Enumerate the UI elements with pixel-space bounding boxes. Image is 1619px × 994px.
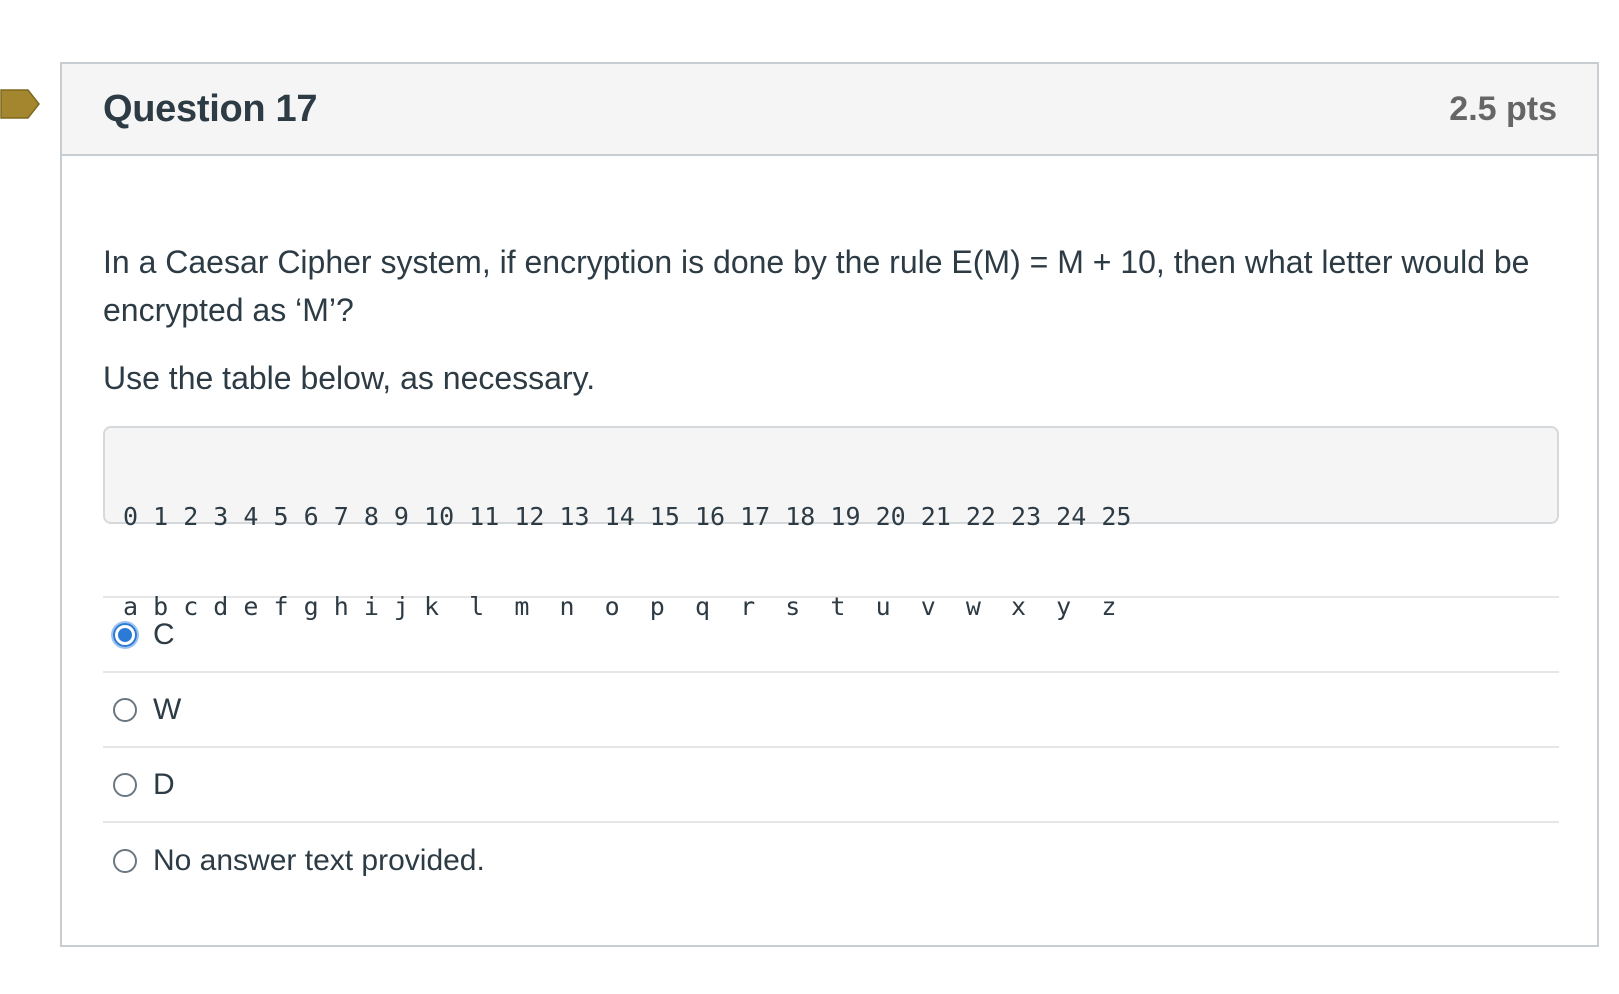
answer-list: C W D No answer text provided. — [103, 596, 1559, 898]
question-card: Question 17 2.5 pts In a Caesar Cipher s… — [60, 62, 1599, 947]
question-header: Question 17 2.5 pts — [62, 64, 1597, 156]
answer-label: D — [153, 767, 175, 801]
question-points: 2.5 pts — [1449, 89, 1557, 128]
question-text: In a Caesar Cipher system, if encryption… — [103, 244, 1530, 328]
answer-option-none[interactable]: No answer text provided. — [103, 823, 1559, 898]
radio-selected-icon[interactable] — [113, 622, 137, 647]
answer-option-d[interactable]: D — [103, 748, 1559, 823]
answer-option-w[interactable]: W — [103, 673, 1559, 748]
radio-empty-icon[interactable] — [113, 772, 137, 797]
question-instructions: Use the table below, as necessary. — [103, 360, 596, 396]
radio-empty-icon[interactable] — [113, 848, 137, 873]
answer-label: No answer text provided. — [153, 843, 485, 877]
cipher-table: 0 1 2 3 4 5 6 7 8 9 10 11 12 13 14 15 16… — [103, 426, 1559, 621]
cipher-table-numbers: 0 1 2 3 4 5 6 7 8 9 10 11 12 13 14 15 16… — [123, 502, 1132, 531]
bookmark-flag-icon[interactable] — [0, 89, 40, 119]
answer-label: C — [153, 617, 175, 651]
answer-label: W — [153, 692, 182, 726]
radio-empty-icon[interactable] — [113, 697, 137, 722]
question-title: Question 17 — [103, 87, 318, 130]
question-body: In a Caesar Cipher system, if encryption… — [62, 156, 1597, 898]
